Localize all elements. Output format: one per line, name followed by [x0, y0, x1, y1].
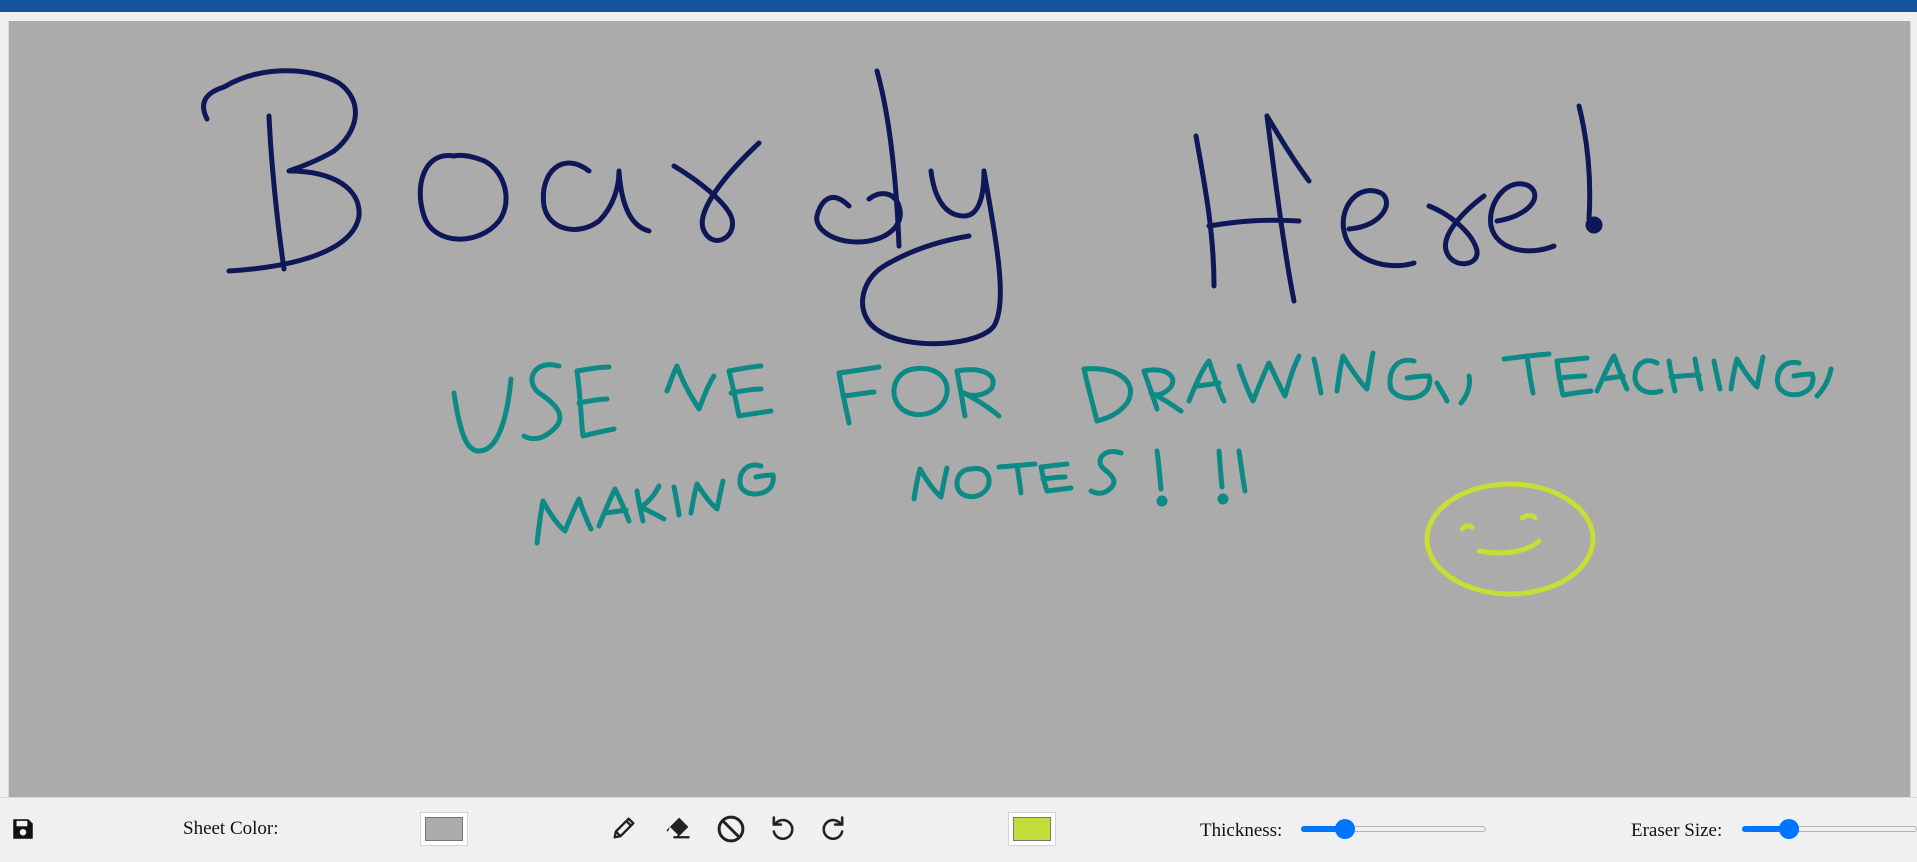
handwritten-subtitle: [451, 350, 1834, 546]
drawing-canvas[interactable]: [8, 21, 1911, 797]
handwritten-title: [201, 68, 1603, 347]
top-bar: [0, 0, 1917, 12]
eraser-icon[interactable]: [663, 814, 693, 842]
sheet-color-label: Sheet Color:: [183, 818, 279, 839]
floppy-disk-icon[interactable]: [10, 816, 36, 842]
eraser-size-slider[interactable]: [1742, 819, 1917, 839]
canvas-drawing: [201, 68, 1834, 597]
sheet-color-swatch: [425, 817, 463, 841]
thickness-slider-thumb[interactable]: [1335, 819, 1355, 839]
smiley-drawing: [1424, 481, 1596, 597]
thickness-slider[interactable]: [1301, 819, 1486, 839]
undo-icon[interactable]: [768, 814, 796, 842]
thickness-label: Thickness:: [1200, 820, 1283, 841]
bottom-toolbar: Sheet Color: Thickness: Eraser Size:: [0, 797, 1917, 862]
pencil-icon[interactable]: [610, 814, 638, 842]
pen-color-swatch: [1013, 817, 1051, 841]
ban-icon[interactable]: [716, 814, 746, 844]
sheet-color-picker[interactable]: [420, 812, 468, 846]
pen-color-picker[interactable]: [1008, 812, 1056, 846]
eraser-size-label: Eraser Size:: [1631, 820, 1723, 841]
redo-icon[interactable]: [820, 814, 848, 842]
eraser-size-slider-thumb[interactable]: [1779, 819, 1799, 839]
